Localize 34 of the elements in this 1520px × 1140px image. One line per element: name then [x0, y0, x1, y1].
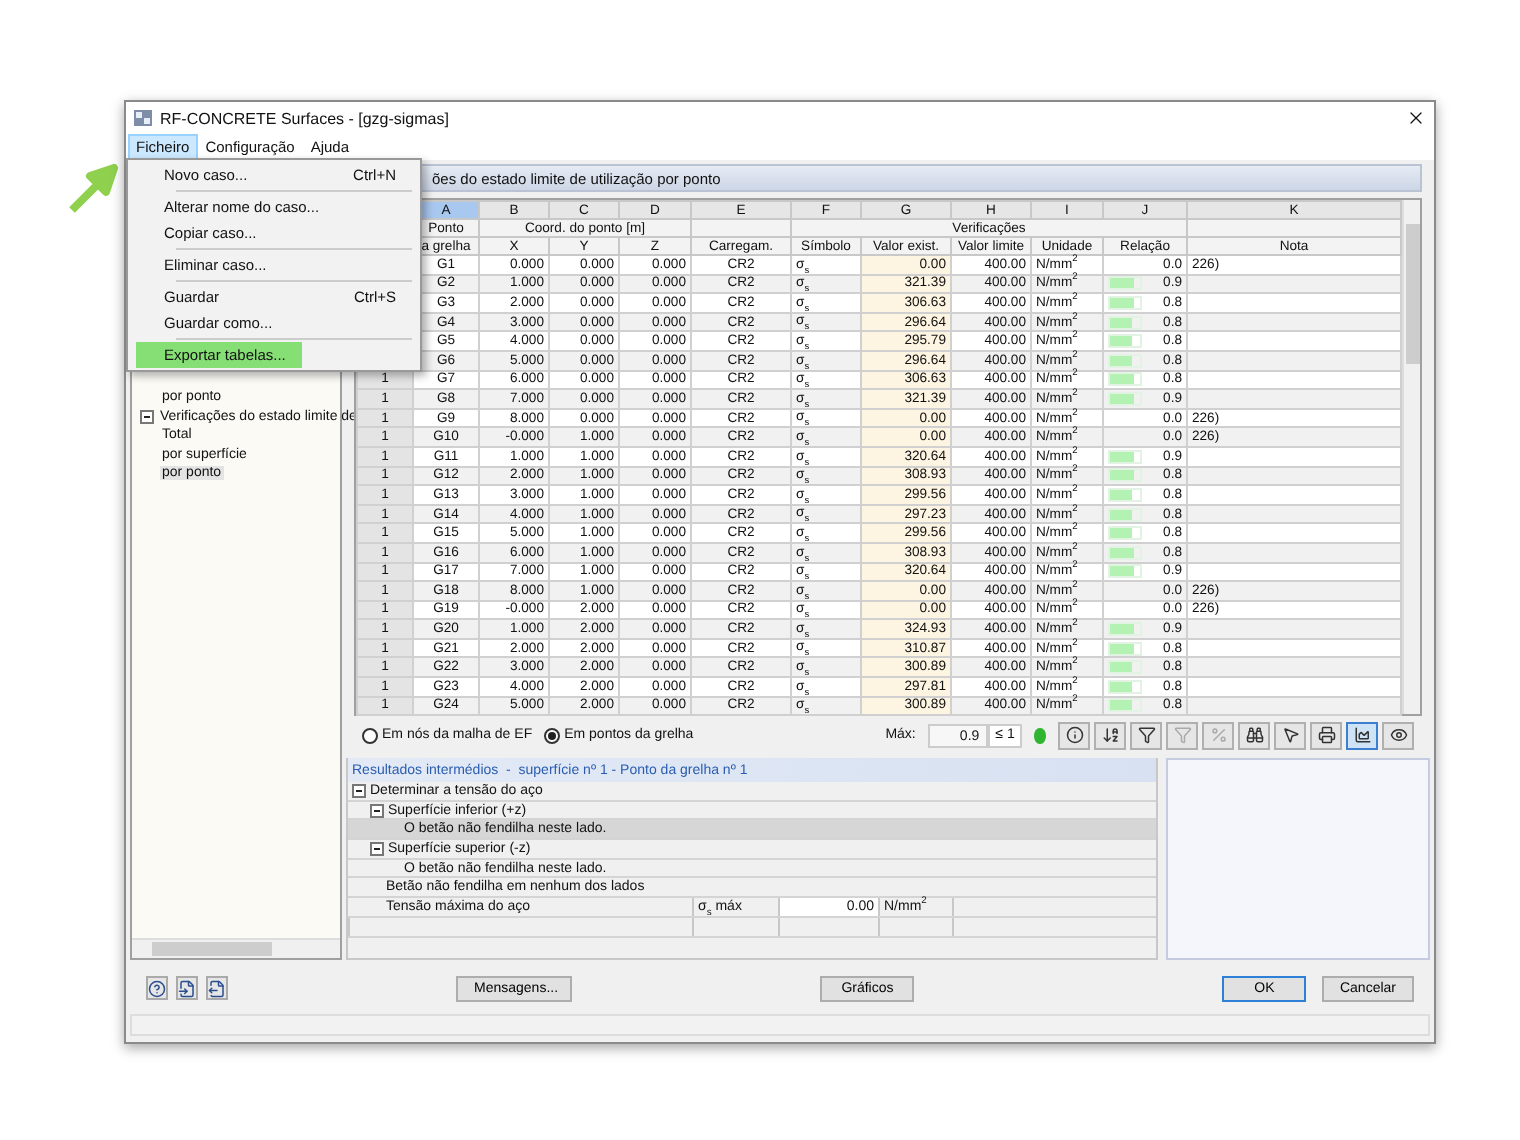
- pointer-button[interactable]: [1274, 721, 1306, 749]
- app-icon: [134, 110, 152, 126]
- sort-icon: [1101, 726, 1119, 744]
- info-button[interactable]: [1058, 721, 1090, 749]
- binoculars-icon: [1245, 726, 1263, 744]
- percent-icon: [1209, 726, 1227, 744]
- printer-button[interactable]: [1310, 721, 1342, 749]
- window-title: RF-CONCRETE Surfaces - [gzg-sigmas]: [160, 109, 451, 127]
- collapse-toggle[interactable]: [370, 803, 384, 818]
- file-in-icon: [178, 979, 196, 997]
- binoculars-button[interactable]: [1238, 721, 1270, 749]
- filter-button[interactable]: [1130, 721, 1162, 749]
- info-icon: [1065, 726, 1083, 744]
- export-button[interactable]: [206, 976, 228, 1000]
- file-out-icon: [208, 979, 226, 997]
- collapse-toggle[interactable]: [352, 783, 366, 798]
- filter-icon: [1173, 726, 1191, 744]
- close-icon[interactable]: [1406, 108, 1426, 128]
- scrollbar-thumb[interactable]: [152, 942, 272, 956]
- eye-icon: [1389, 726, 1407, 744]
- eye-button[interactable]: [1382, 721, 1414, 749]
- chart-icon: [1353, 726, 1371, 744]
- sort-button[interactable]: [1094, 721, 1126, 749]
- collapse-toggle[interactable]: [140, 409, 154, 424]
- help-icon: [148, 979, 166, 997]
- import-button[interactable]: [176, 976, 198, 1000]
- scrollbar-thumb[interactable]: [1405, 224, 1419, 364]
- help-button[interactable]: [146, 976, 168, 1000]
- chart-button[interactable]: [1346, 721, 1378, 749]
- pointer-arrow: [66, 164, 118, 216]
- filter-icon: [1137, 726, 1155, 744]
- collapse-toggle[interactable]: [370, 841, 384, 856]
- printer-icon: [1317, 726, 1335, 744]
- pointer-icon: [1281, 726, 1299, 744]
